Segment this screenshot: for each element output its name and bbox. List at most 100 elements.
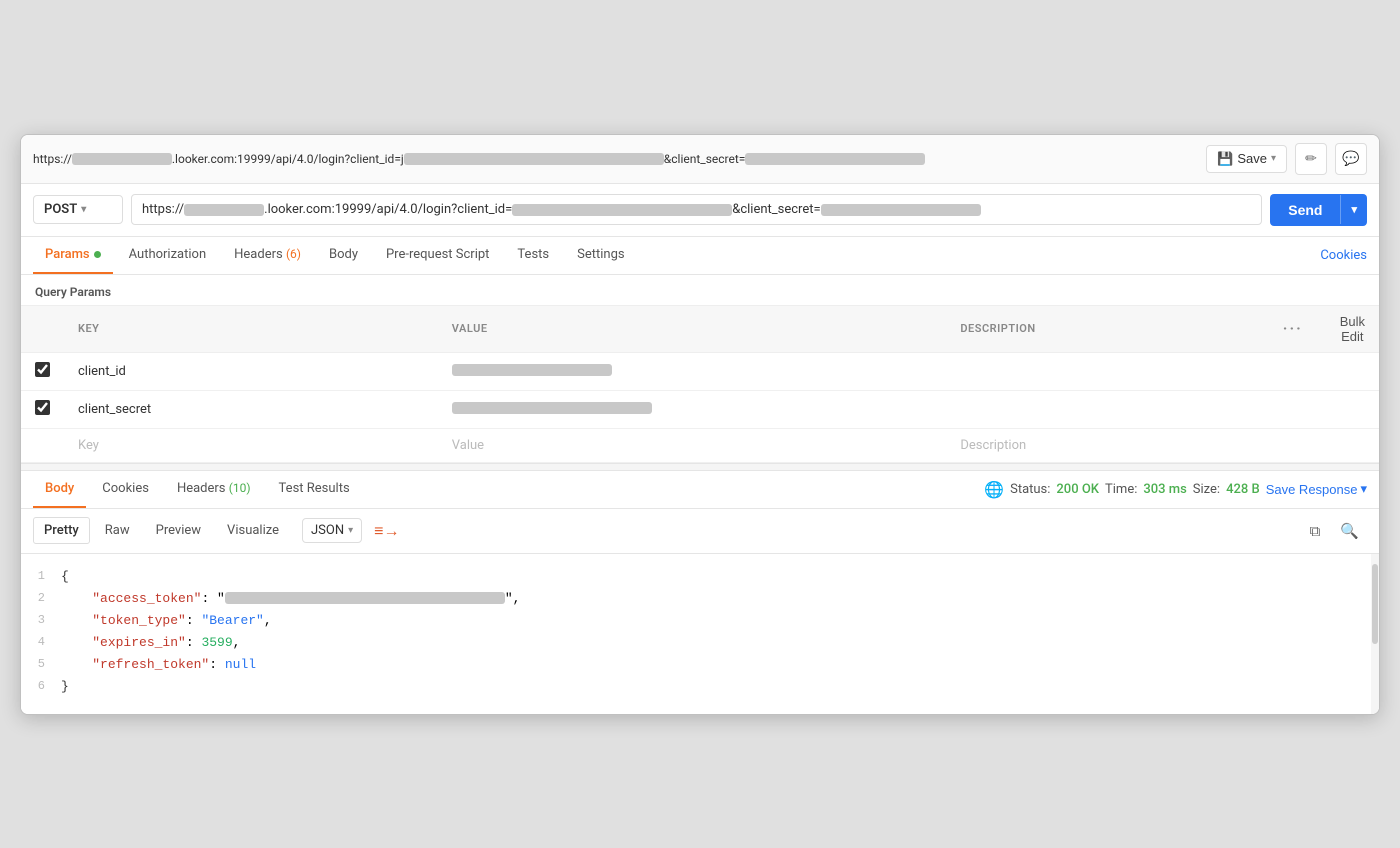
comment-icon: 💬: [1342, 150, 1359, 167]
tab-authorization[interactable]: Authorization: [117, 237, 219, 274]
table-row-empty: Key Value Description: [21, 428, 1379, 462]
access-token-value: [225, 592, 505, 604]
format-bar: Pretty Raw Preview Visualize JSON ▾ ≡→ ⧉…: [21, 509, 1379, 554]
top-bar: https:// .looker.com:19999/api/4.0/login…: [21, 135, 1379, 184]
json-key-token-type: "token_type": [92, 613, 186, 628]
section-divider: [21, 463, 1379, 471]
fmt-tab-visualize[interactable]: Visualize: [216, 517, 290, 544]
wrap-icon[interactable]: ≡→: [366, 517, 407, 545]
json-val-token-type: "Bearer": [201, 613, 263, 628]
query-params-label: Query Params: [21, 275, 1379, 305]
tab-settings-label: Settings: [577, 247, 624, 262]
code-line-3: 3 "token_type": "Bearer",: [21, 610, 1379, 632]
save-response-button[interactable]: Save Response ▾: [1266, 481, 1367, 497]
status-value: 200 OK: [1056, 482, 1099, 497]
tab-body[interactable]: Body: [317, 237, 370, 274]
col-checkbox: [21, 305, 64, 352]
desc-placeholder[interactable]: Description: [960, 438, 1026, 453]
code-line-2: 2 "access_token": " ",: [21, 588, 1379, 610]
col-key-header: KEY: [64, 305, 438, 352]
save-button-top[interactable]: 💾 Save ▾: [1206, 145, 1287, 173]
param-checkbox-2[interactable]: [35, 400, 50, 415]
response-tabs: Body Cookies Headers (10) Test Results 🌐…: [21, 471, 1379, 509]
response-meta: 🌐 Status: 200 OK Time: 303 ms Size: 428 …: [984, 480, 1367, 499]
time-value: 303 ms: [1143, 482, 1186, 497]
time-label: Time:: [1105, 482, 1137, 497]
resp-tab-testresults[interactable]: Test Results: [267, 471, 362, 508]
param-checkbox-1[interactable]: [35, 362, 50, 377]
fmt-tab-preview-label: Preview: [156, 523, 201, 538]
tab-prerequest-label: Pre-request Script: [386, 247, 489, 262]
json-key-access-token: "access_token": [92, 591, 201, 606]
tab-body-label: Body: [329, 247, 358, 262]
params-dot: [94, 251, 101, 258]
col-value-header: VALUE: [438, 305, 947, 352]
chevron-down-icon: ▾: [1271, 153, 1276, 164]
tab-authorization-label: Authorization: [129, 247, 207, 262]
headers-badge: (6): [286, 247, 301, 261]
line-num-1: 1: [21, 566, 61, 586]
fmt-tab-preview[interactable]: Preview: [145, 517, 212, 544]
scrollbar-thumb[interactable]: [1372, 564, 1378, 644]
fmt-tab-raw[interactable]: Raw: [94, 517, 141, 544]
json-val-refresh-token: null: [225, 657, 256, 672]
save-response-label: Save Response: [1266, 482, 1358, 497]
tab-headers[interactable]: Headers (6): [222, 237, 313, 274]
code-area: 1 { 2 "access_token": " ", 3 "token_type…: [21, 554, 1379, 714]
tab-params-label: Params: [45, 247, 90, 262]
request-tabs: Params Authorization Headers (6) Body Pr…: [21, 237, 1379, 275]
response-section: Body Cookies Headers (10) Test Results 🌐…: [21, 471, 1379, 714]
line-num-6: 6: [21, 676, 61, 696]
resp-tab-cookies-label: Cookies: [102, 481, 149, 496]
search-icon[interactable]: 🔍: [1332, 518, 1367, 544]
chevron-down-icon: ▾: [81, 204, 86, 215]
code-line-4: 4 "expires_in": 3599,: [21, 632, 1379, 654]
resp-tab-testresults-label: Test Results: [279, 481, 350, 496]
param-value-2: [452, 402, 652, 414]
url-input[interactable]: https:// .looker.com:19999/api/4.0/login…: [131, 194, 1262, 225]
method-select[interactable]: POST ▾: [33, 195, 123, 224]
value-placeholder[interactable]: Value: [452, 438, 484, 453]
code-line-1: 1 {: [21, 566, 1379, 588]
headers-resp-badge: (10): [229, 481, 251, 495]
table-row: client_secret: [21, 390, 1379, 428]
tab-tests[interactable]: Tests: [505, 237, 561, 274]
more-icon[interactable]: ···: [1283, 319, 1303, 338]
status-label: Status:: [1010, 482, 1050, 497]
line-content-6: }: [61, 676, 1379, 698]
resp-tab-body[interactable]: Body: [33, 471, 86, 508]
edit-button[interactable]: ✏: [1295, 143, 1327, 175]
tab-params[interactable]: Params: [33, 237, 113, 274]
comment-button[interactable]: 💬: [1335, 143, 1367, 175]
code-line-5: 5 "refresh_token": null: [21, 654, 1379, 676]
send-button[interactable]: Send ▾: [1270, 194, 1367, 226]
key-placeholder[interactable]: Key: [78, 438, 99, 453]
col-actions-header: ···: [1260, 305, 1326, 352]
fmt-tab-raw-label: Raw: [105, 523, 130, 538]
line-content-3: "token_type": "Bearer",: [61, 610, 1379, 632]
globe-icon: 🌐: [984, 480, 1004, 499]
tab-prerequest[interactable]: Pre-request Script: [374, 237, 501, 274]
fmt-tab-pretty-label: Pretty: [44, 523, 79, 538]
param-value-1: [452, 364, 612, 376]
col-desc-header: DESCRIPTION: [946, 305, 1260, 352]
json-val-expires-in: 3599: [201, 635, 232, 650]
copy-icon[interactable]: ⧉: [1302, 518, 1329, 544]
method-label: POST: [44, 202, 77, 217]
line-content-4: "expires_in": 3599,: [61, 632, 1379, 654]
tab-headers-label: Headers: [234, 247, 283, 262]
line-num-3: 3: [21, 610, 61, 630]
resp-tab-cookies[interactable]: Cookies: [90, 471, 161, 508]
cookies-link[interactable]: Cookies: [1320, 238, 1367, 273]
tab-settings[interactable]: Settings: [565, 237, 636, 274]
fmt-tab-pretty[interactable]: Pretty: [33, 517, 90, 544]
param-key-2: client_secret: [78, 402, 151, 417]
json-key-refresh-token: "refresh_token": [92, 657, 209, 672]
resp-tab-headers[interactable]: Headers (10): [165, 471, 263, 508]
send-chevron-icon: ▾: [1340, 195, 1367, 224]
line-num-5: 5: [21, 654, 61, 674]
json-format-select[interactable]: JSON ▾: [302, 518, 362, 543]
bulk-edit-button[interactable]: Bulk Edit: [1340, 314, 1365, 344]
resp-tab-headers-label: Headers: [177, 481, 226, 496]
scrollbar-track[interactable]: [1371, 554, 1379, 714]
